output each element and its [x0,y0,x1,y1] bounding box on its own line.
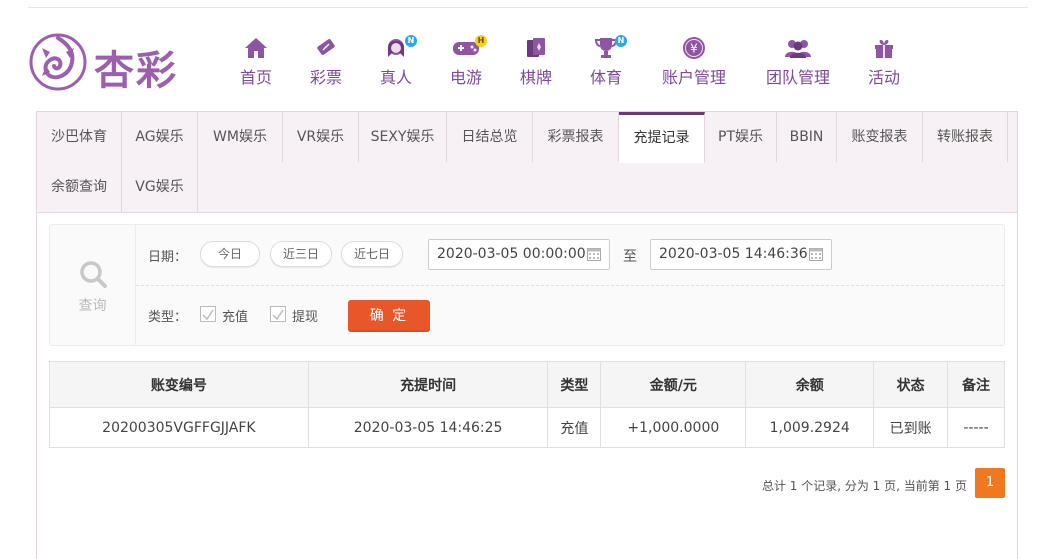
search-icon [79,261,107,288]
nav-label: 棋牌 [519,68,552,87]
tab-shaba-sports[interactable]: 沙巴体育 [37,112,122,162]
top-divider [28,7,1028,8]
date-separator: 至 [623,249,637,265]
tab-sexy[interactable]: SEXY娱乐 [359,112,447,162]
date-to-input[interactable]: 2020-03-05 14:46:36 [650,239,832,270]
tab-vr[interactable]: VR娱乐 [283,112,359,162]
checkmark-icon [202,309,214,321]
hot-badge: H [475,35,487,47]
nav-account[interactable]: ¥ 账户管理 [659,34,729,90]
pagination-info: 总计 1 个记录, 分为 1 页, 当前第 1 页 [761,479,967,493]
new-badge: N [615,35,627,47]
yen-coin-icon: ¥ [683,37,705,59]
logo-text: 杏彩 [94,47,178,94]
page-button-current[interactable]: 1 [975,468,1005,498]
search-box: 查询 日期： 今日 近三日 近七日 2020-03-05 00:00:00 至 … [49,224,1005,346]
tab-vg[interactable]: VG娱乐 [122,162,198,212]
cell-remark: ----- [947,407,1005,448]
nav-team[interactable]: 团队管理 [763,34,833,90]
cell-transaction-id: 20200305VGFFGJJAFK [49,407,309,448]
lottery-ticket-icon [317,39,335,55]
col-amount: 金额/元 [600,361,747,408]
table-row: 20200305VGFFGJJAFK 2020-03-05 14:46:25 充… [49,407,1005,448]
nav-events[interactable]: 活动 [865,34,903,90]
cell-time: 2020-03-05 14:46:25 [307,407,549,448]
tab-ag[interactable]: AG娱乐 [122,112,198,162]
date-label: 日期： [148,250,188,265]
nav-label: 体育 [589,68,622,87]
nav-label: 团队管理 [765,68,830,87]
withdraw-checkbox[interactable] [270,306,286,322]
svg-text:¥: ¥ [690,42,698,56]
today-button[interactable]: 今日 [200,241,260,267]
deposit-checkbox-label[interactable]: 充值 [222,306,248,325]
tab-daily-summary[interactable]: 日结总览 [447,112,533,162]
nav-label: 活动 [867,68,900,87]
tab-balance-change-report[interactable]: 账变报表 [837,112,923,162]
nav-label: 真人 [379,68,412,87]
search-side[interactable]: 查询 [50,225,136,345]
nav-label: 首页 [239,68,272,87]
records-table: 账变编号 充提时间 类型 金额/元 余额 状态 备注 20200305VGFFG… [49,361,1005,448]
nav-egames[interactable]: H 电游 [447,34,487,90]
search-side-label: 查询 [78,298,107,314]
team-icon [785,40,811,58]
date-from-input[interactable]: 2020-03-05 00:00:00 [428,239,610,270]
deposit-checkbox[interactable] [200,306,216,322]
checkmark-icon [272,309,284,321]
site-logo[interactable]: 杏彩 [28,30,188,94]
tab-wm[interactable]: WM娱乐 [198,112,283,162]
type-row: 类型： 充值 提现 确 定 [136,286,1004,345]
confirm-button[interactable]: 确 定 [348,300,430,332]
nav-label: 电游 [449,68,482,87]
type-label: 类型： [148,310,188,325]
col-time: 充提时间 [307,361,549,408]
last-7-days-button[interactable]: 近七日 [341,241,403,267]
nav-home[interactable]: 首页 [237,34,275,90]
cards-icon [527,38,545,57]
new-badge: N [405,35,417,47]
withdraw-checkbox-label[interactable]: 提现 [292,306,318,325]
home-icon [245,38,267,58]
col-status: 状态 [873,361,949,408]
col-remark: 备注 [947,361,1005,408]
nav-cards[interactable]: 棋牌 [517,34,555,90]
tab-bbin[interactable]: BBIN [777,112,837,162]
tab-lottery-report[interactable]: 彩票报表 [533,112,619,162]
cell-status: 已到账 [873,407,949,448]
tab-transfer-report[interactable]: 转账报表 [923,112,1008,162]
date-to-value: 2020-03-05 14:46:36 [659,246,808,262]
gift-icon [875,40,893,58]
col-balance: 余额 [745,361,875,408]
date-row: 日期： 今日 近三日 近七日 2020-03-05 00:00:00 至 202… [136,225,1004,286]
tab-balance-query[interactable]: 余额查询 [37,162,122,212]
cell-balance: 1,009.2924 [745,407,875,448]
cell-type: 充值 [547,407,602,448]
nav-label: 彩票 [309,68,342,87]
cell-amount: +1,000.0000 [600,407,747,448]
nav-lottery[interactable]: 彩票 [307,34,345,90]
report-panel: 沙巴体育 AG娱乐 WM娱乐 VR娱乐 SEXY娱乐 日结总览 彩票报表 充提记… [36,111,1018,559]
last-3-days-button[interactable]: 近三日 [270,241,332,267]
nav-live[interactable]: N 真人 [377,34,417,90]
date-from-value: 2020-03-05 00:00:00 [437,246,586,262]
table-header-row: 账变编号 充提时间 类型 金额/元 余额 状态 备注 [49,361,1005,408]
calendar-icon[interactable] [809,247,823,261]
col-transaction-id: 账变编号 [49,361,309,408]
nav-label: 账户管理 [661,68,726,87]
calendar-icon[interactable] [587,247,601,261]
report-tabs: 沙巴体育 AG娱乐 WM娱乐 VR娱乐 SEXY娱乐 日结总览 彩票报表 充提记… [37,112,1017,213]
col-type: 类型 [547,361,602,408]
tab-pt[interactable]: PT娱乐 [705,112,777,162]
tab-deposit-withdraw-records[interactable]: 充提记录 [619,112,705,163]
nav-sports[interactable]: N 体育 [587,34,627,90]
